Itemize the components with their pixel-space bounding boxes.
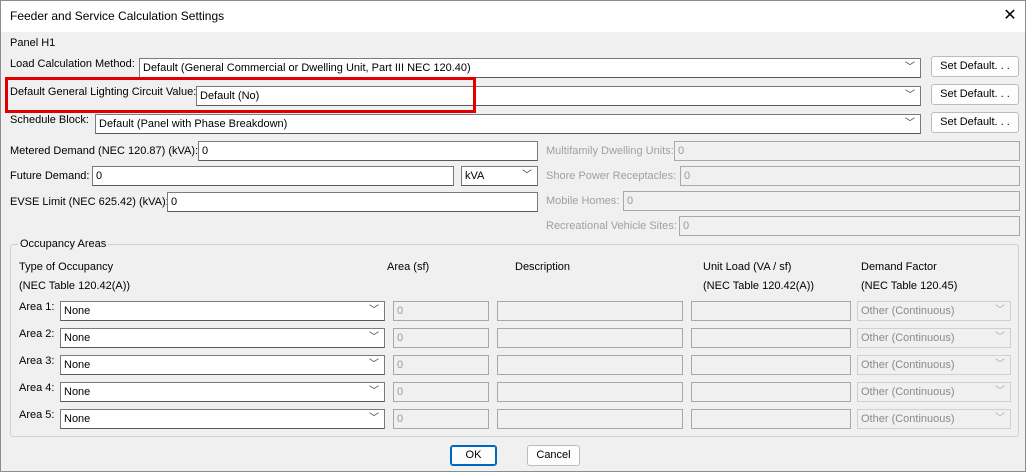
chevron-down-icon: ﹀ xyxy=(995,413,1005,424)
cancel-button[interactable]: Cancel xyxy=(527,445,580,466)
ok-button[interactable]: OK xyxy=(450,445,497,466)
chevron-down-icon: ﹀ xyxy=(369,305,379,316)
area-unit-load-input[interactable] xyxy=(691,355,851,375)
header-demand-factor: Demand Factor xyxy=(861,261,937,273)
panel-name: Panel H1 xyxy=(10,37,56,49)
area-description-input[interactable] xyxy=(497,409,683,429)
header-demand-table-ref: (NEC Table 120.45) xyxy=(861,280,958,292)
area-sf-input[interactable]: 0 xyxy=(393,382,489,402)
area-unit-load-input[interactable] xyxy=(691,301,851,321)
chevron-down-icon: ﹀ xyxy=(905,62,915,73)
area-type-dropdown[interactable]: None ﹀ xyxy=(60,382,385,402)
metered-demand-input[interactable]: 0 xyxy=(198,141,538,161)
area-demand-factor-dropdown[interactable]: Other (Continuous) ﹀ xyxy=(857,409,1011,429)
close-icon[interactable]: ✕ xyxy=(999,5,1021,27)
load-calc-label: Load Calculation Method: xyxy=(10,58,135,70)
schedule-set-default-button[interactable]: Set Default. . . xyxy=(931,112,1019,133)
area-description-input[interactable] xyxy=(497,328,683,348)
area-demand-factor-dropdown[interactable]: Other (Continuous) ﹀ xyxy=(857,328,1011,348)
lighting-dropdown[interactable]: Default (No) ﹀ xyxy=(196,86,921,106)
area-demand-factor-dropdown[interactable]: Other (Continuous) ﹀ xyxy=(857,301,1011,321)
rv-sites-label: Recreational Vehicle Sites: xyxy=(546,220,677,232)
area-type-dropdown[interactable]: None ﹀ xyxy=(60,301,385,321)
header-unit-load-table-ref: (NEC Table 120.42(A)) xyxy=(703,280,815,292)
lighting-set-default-button[interactable]: Set Default. . . xyxy=(931,84,1019,105)
area-type-dropdown[interactable]: None ﹀ xyxy=(60,355,385,375)
multifamily-label: Multifamily Dwelling Units: xyxy=(546,145,674,157)
area-row-label: Area 4: xyxy=(19,382,55,394)
area-type-dropdown[interactable]: None ﹀ xyxy=(60,409,385,429)
area-unit-load-input[interactable] xyxy=(691,382,851,402)
load-calc-value: Default (General Commercial or Dwelling … xyxy=(143,62,471,74)
chevron-down-icon: ﹀ xyxy=(522,170,532,181)
area-demand-factor-dropdown[interactable]: Other (Continuous) ﹀ xyxy=(857,382,1011,402)
rv-sites-input[interactable]: 0 xyxy=(679,216,1020,236)
lighting-label: Default General Lighting Circuit Value: xyxy=(10,86,197,98)
multifamily-input[interactable]: 0 xyxy=(674,141,1020,161)
mobile-homes-input[interactable]: 0 xyxy=(623,191,1020,211)
schedule-value: Default (Panel with Phase Breakdown) xyxy=(99,118,288,130)
chevron-down-icon: ﹀ xyxy=(995,386,1005,397)
area-row-label: Area 5: xyxy=(19,409,55,421)
area-sf-input[interactable]: 0 xyxy=(393,409,489,429)
header-type-of-occupancy: Type of Occupancy xyxy=(19,261,114,273)
chevron-down-icon: ﹀ xyxy=(905,118,915,129)
title-bar: Feeder and Service Calculation Settings … xyxy=(1,1,1025,32)
area-row-label: Area 2: xyxy=(19,328,55,340)
header-area: Area (sf) xyxy=(387,261,430,273)
area-unit-load-input[interactable] xyxy=(691,409,851,429)
load-calc-set-default-button[interactable]: Set Default. . . xyxy=(931,56,1019,77)
shore-power-input[interactable]: 0 xyxy=(680,166,1020,186)
chevron-down-icon: ﹀ xyxy=(995,332,1005,343)
window-title: Feeder and Service Calculation Settings xyxy=(10,9,225,23)
header-type-table-ref: (NEC Table 120.42(A)) xyxy=(19,280,131,292)
schedule-dropdown[interactable]: Default (Panel with Phase Breakdown) ﹀ xyxy=(95,114,921,134)
area-type-dropdown[interactable]: None ﹀ xyxy=(60,328,385,348)
area-sf-input[interactable]: 0 xyxy=(393,328,489,348)
area-row-label: Area 3: xyxy=(19,355,55,367)
shore-power-label: Shore Power Receptacles: xyxy=(546,170,677,182)
future-demand-unit-value: kVA xyxy=(465,170,485,182)
evse-limit-label: EVSE Limit (NEC 625.42) (kVA): xyxy=(10,196,169,208)
area-sf-input[interactable]: 0 xyxy=(393,355,489,375)
area-sf-input[interactable]: 0 xyxy=(393,301,489,321)
load-calc-dropdown[interactable]: Default (General Commercial or Dwelling … xyxy=(139,58,921,78)
chevron-down-icon: ﹀ xyxy=(995,305,1005,316)
schedule-label: Schedule Block: xyxy=(10,114,89,126)
area-description-input[interactable] xyxy=(497,301,683,321)
future-demand-label: Future Demand: xyxy=(10,170,90,182)
area-unit-load-input[interactable] xyxy=(691,328,851,348)
future-demand-unit-dropdown[interactable]: kVA ﹀ xyxy=(461,166,538,186)
chevron-down-icon: ﹀ xyxy=(369,332,379,343)
chevron-down-icon: ﹀ xyxy=(369,386,379,397)
chevron-down-icon: ﹀ xyxy=(369,359,379,370)
area-row-label: Area 1: xyxy=(19,301,55,313)
chevron-down-icon: ﹀ xyxy=(905,90,915,101)
occupancy-group-title: Occupancy Areas xyxy=(18,238,109,251)
header-description: Description xyxy=(515,261,571,273)
area-demand-factor-dropdown[interactable]: Other (Continuous) ﹀ xyxy=(857,355,1011,375)
mobile-homes-label: Mobile Homes: xyxy=(546,195,620,207)
header-unit-load: Unit Load (VA / sf) xyxy=(703,261,792,273)
future-demand-input[interactable]: 0 xyxy=(92,166,454,186)
lighting-value: Default (No) xyxy=(200,90,260,102)
evse-limit-input[interactable]: 0 xyxy=(167,192,538,212)
metered-demand-label: Metered Demand (NEC 120.87) (kVA): xyxy=(10,145,199,157)
chevron-down-icon: ﹀ xyxy=(995,359,1005,370)
chevron-down-icon: ﹀ xyxy=(369,413,379,424)
settings-dialog: Feeder and Service Calculation Settings … xyxy=(0,0,1026,472)
area-description-input[interactable] xyxy=(497,382,683,402)
area-description-input[interactable] xyxy=(497,355,683,375)
